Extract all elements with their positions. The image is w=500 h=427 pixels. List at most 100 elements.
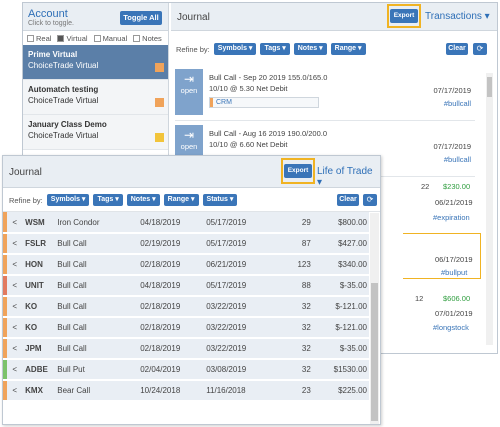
entry-tag[interactable]: #bullcall xyxy=(444,99,471,108)
trade-pl: $-35.00 xyxy=(316,275,369,297)
clear-button[interactable]: Clear xyxy=(337,194,359,206)
journal-title: Journal xyxy=(9,167,42,178)
export-button[interactable]: Export xyxy=(284,164,312,178)
trade-close-date: 03/22/2019 xyxy=(206,338,271,360)
share-icon[interactable]: < xyxy=(7,296,23,318)
trade-open-date: 02/18/2019 xyxy=(140,338,207,360)
table-row[interactable]: < UNIT Bull Call 04/18/2019 05/17/2019 88 $-35… xyxy=(3,275,369,297)
table-row[interactable]: < JPM Bull Call 02/18/2019 03/22/2019 32 $-35.… xyxy=(3,338,369,360)
account-color-swatch xyxy=(155,63,164,72)
entry-detail: 10/10 @ 5.30 Net Debit xyxy=(209,84,288,93)
filter-virtual[interactable]: Virtual xyxy=(57,34,88,43)
account-name: January Class Demo xyxy=(28,120,107,129)
checkbox-icon[interactable] xyxy=(133,35,141,43)
filter-symbols-button[interactable]: Symbols ▾ xyxy=(46,194,90,206)
view-selector[interactable]: Transactions ▾ xyxy=(425,11,490,22)
filter-notes-button[interactable]: Notes ▾ xyxy=(126,194,160,206)
scrollbar-thumb[interactable] xyxy=(371,283,378,421)
share-icon[interactable]: < xyxy=(7,380,23,402)
checkbox-checked-icon[interactable] xyxy=(57,35,65,43)
trade-symbol: UNIT xyxy=(22,275,58,297)
trade-pl: $-35.00 xyxy=(316,338,369,360)
entry-date: 07/01/2019 xyxy=(435,309,473,318)
refresh-icon[interactable]: ⟳ xyxy=(363,194,377,206)
trade-strategy: Bull Put xyxy=(57,359,141,381)
scrollbar[interactable] xyxy=(370,213,379,424)
open-trade-tile[interactable]: ⇥ open xyxy=(175,69,203,115)
account-header: Account Click to toggle. Toggle All xyxy=(23,3,168,31)
view-selector[interactable]: Life of Trade ▾ xyxy=(317,166,380,188)
journal-entry[interactable]: ⇥ open Bull Call - Sep 20 2019 155.0/165… xyxy=(175,69,475,121)
table-row[interactable]: < KO Bull Call 02/18/2019 03/22/2019 32 $-121.… xyxy=(3,296,369,318)
filter-tags-button[interactable]: Tags ▾ xyxy=(93,194,123,206)
account-filters: Real Virtual Manual Notes xyxy=(23,31,168,45)
checkbox-icon[interactable] xyxy=(27,35,34,43)
share-icon[interactable]: < xyxy=(7,254,23,276)
clear-button[interactable]: Clear xyxy=(446,43,468,55)
scrollbar[interactable] xyxy=(486,73,493,345)
table-row[interactable]: < FSLR Bull Call 02/19/2019 05/17/2019 87 $427… xyxy=(3,233,369,255)
entry-title: Bull Call - Sep 20 2019 155.0/165.0 xyxy=(209,73,328,82)
table-row[interactable]: < KMX Bear Call 10/24/2018 11/16/2018 23 $225.… xyxy=(3,380,369,402)
refresh-icon[interactable]: ⟳ xyxy=(473,43,487,55)
trade-close-date: 05/17/2019 xyxy=(206,212,271,234)
share-icon[interactable]: < xyxy=(7,317,23,339)
account-type: ChoiceTrade Virtual xyxy=(28,131,99,140)
trade-open-date: 10/24/2018 xyxy=(140,380,207,402)
filter-range-button[interactable]: Range ▾ xyxy=(163,194,199,206)
trade-pl: $-121.00 xyxy=(316,317,369,339)
trade-strategy: Bull Call xyxy=(57,275,141,297)
trade-symbol: ADBE xyxy=(22,359,58,381)
trade-days: 32 xyxy=(270,296,317,318)
table-row[interactable]: < ADBE Bull Put 02/04/2019 03/08/2019 32 $1530… xyxy=(3,359,369,381)
share-icon[interactable]: < xyxy=(7,359,23,381)
account-item-automatch-testing[interactable]: Automatch testing ChoiceTrade Virtual xyxy=(23,80,168,115)
account-name: Prime Virtual xyxy=(28,50,78,59)
filter-tags-button[interactable]: Tags ▾ xyxy=(260,43,290,55)
refine-bar: Refine by: Symbols ▾ Tags ▾ Notes ▾ Rang… xyxy=(176,43,366,55)
caret-down-icon: ▾ xyxy=(484,11,490,22)
filter-status-button[interactable]: Status ▾ xyxy=(202,194,238,206)
share-icon[interactable]: < xyxy=(7,233,23,255)
trade-close-date: 03/22/2019 xyxy=(206,317,271,339)
filter-symbols-button[interactable]: Symbols ▾ xyxy=(213,43,257,55)
filter-range-button[interactable]: Range ▾ xyxy=(330,43,366,55)
trade-open-date: 02/18/2019 xyxy=(140,254,207,276)
checkbox-icon[interactable] xyxy=(93,35,101,43)
entry-tag[interactable]: #bullcall xyxy=(444,155,471,164)
export-button[interactable]: Export xyxy=(390,9,418,23)
journal-header: Journal Export Transactions ▾ xyxy=(171,3,497,31)
entry-tag[interactable]: #bullput xyxy=(441,268,467,277)
trade-open-date: 02/19/2019 xyxy=(140,233,207,255)
entry-days: 12 xyxy=(415,294,424,303)
table-row[interactable]: < KO Bull Call 02/18/2019 03/22/2019 32 $-121.… xyxy=(3,317,369,339)
toggle-all-button[interactable]: Toggle All xyxy=(120,11,162,25)
filter-real[interactable]: Real xyxy=(27,34,51,43)
table-row[interactable]: < WSM Iron Condor 04/18/2019 05/17/2019 29 $80… xyxy=(3,212,369,234)
account-item-january-class-demo[interactable]: January Class Demo ChoiceTrade Virtual xyxy=(23,115,168,150)
share-icon[interactable]: < xyxy=(7,275,23,297)
trade-strategy: Bull Call xyxy=(57,338,141,360)
trade-close-date: 03/08/2019 xyxy=(206,359,271,381)
scrollbar-thumb[interactable] xyxy=(487,77,492,97)
share-icon[interactable]: < xyxy=(7,338,23,360)
life-of-trade-window: Journal Export Life of Trade ▾ Refine by… xyxy=(2,155,381,425)
journal-title: Journal xyxy=(177,12,210,23)
trade-strategy: Bull Call xyxy=(57,254,141,276)
entry-tag[interactable]: #longstock xyxy=(433,323,469,332)
trade-close-date: 05/17/2019 xyxy=(206,275,271,297)
trade-open-date: 02/04/2019 xyxy=(140,359,207,381)
trade-days: 23 xyxy=(270,380,317,402)
journal-header: Journal Export Life of Trade ▾ xyxy=(3,156,380,188)
entry-tag[interactable]: #expiration xyxy=(433,213,470,222)
account-item-prime-virtual[interactable]: Prime Virtual ChoiceTrade Virtual xyxy=(23,45,168,80)
filter-notes[interactable]: Notes xyxy=(133,34,162,43)
share-icon[interactable]: < xyxy=(7,212,23,234)
filter-manual[interactable]: Manual xyxy=(93,34,127,43)
table-row[interactable]: < HON Bull Call 02/18/2019 06/21/2019 123 $340… xyxy=(3,254,369,276)
filter-notes-button[interactable]: Notes ▾ xyxy=(293,43,327,55)
entry-date: 06/21/2019 xyxy=(435,198,473,207)
trade-pl: $427.00 xyxy=(316,233,369,255)
trade-days: 32 xyxy=(270,359,317,381)
trade-days: 88 xyxy=(270,275,317,297)
